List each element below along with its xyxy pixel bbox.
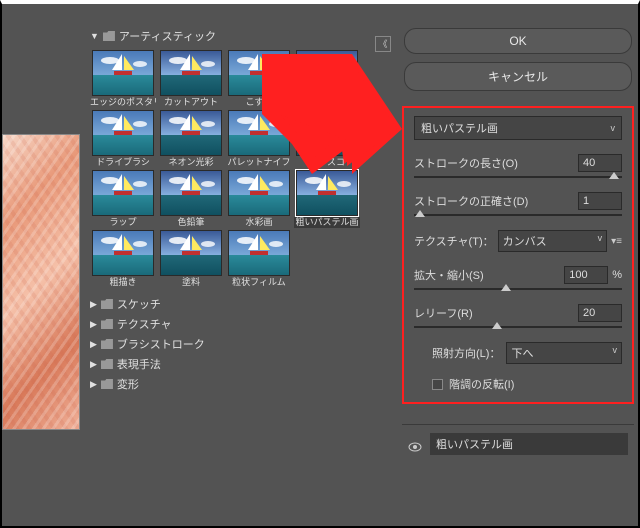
scale-label: 拡大・縮小(S) xyxy=(414,267,484,283)
light-direction-value: 下へ xyxy=(511,345,533,361)
category-label: 変形 xyxy=(117,376,139,392)
category-label: テクスチャ xyxy=(117,316,172,332)
relief-slider[interactable] xyxy=(414,326,622,328)
thumb-label: 水彩画 xyxy=(226,217,292,228)
stroke-detail-input[interactable] xyxy=(578,192,622,210)
stroke-detail-label: ストロークの正確さ(D) xyxy=(414,193,528,209)
scale-slider[interactable] xyxy=(414,288,622,290)
invert-label: 階調の反転(I) xyxy=(449,376,514,392)
folder-icon xyxy=(101,299,113,309)
thumb-label: ラップ xyxy=(90,217,156,228)
disclosure-right-icon: ▶ xyxy=(90,359,97,370)
filter-thumb[interactable]: 色鉛筆 xyxy=(158,170,224,228)
filter-thumb[interactable]: パレットナイフ xyxy=(226,110,292,168)
chevron-down-icon: v xyxy=(611,123,616,133)
visibility-eye-icon[interactable] xyxy=(408,439,422,449)
thumb-label: ネオン光彩 xyxy=(158,157,224,168)
folder-icon xyxy=(103,31,115,41)
folder-icon xyxy=(101,359,113,369)
category-label: 表現手法 xyxy=(117,356,161,372)
thumb-label: 色鉛筆 xyxy=(158,217,224,228)
right-controls: OK キャンセル xyxy=(404,28,632,99)
filter-thumb[interactable]: フレスコ xyxy=(294,110,360,168)
stroke-length-slider[interactable] xyxy=(414,176,622,178)
stroke-detail-slider[interactable] xyxy=(414,214,622,216)
filter-thumb[interactable]: ラップ xyxy=(90,170,156,228)
disclosure-right-icon: ▶ xyxy=(90,339,97,350)
thumb-label: カットアウト xyxy=(158,97,224,108)
disclosure-right-icon: ▶ xyxy=(90,319,97,330)
filter-settings-panel: 粗いパステル画 v ストロークの長さ(O) ストロークの正確さ(D) テクスチャ… xyxy=(402,106,634,404)
light-direction-label: 照射方向(L)： xyxy=(432,345,500,361)
texture-dropdown[interactable]: カンバス v xyxy=(498,230,608,252)
scale-unit: % xyxy=(612,269,622,281)
filter-thumb[interactable]: こする xyxy=(226,50,292,108)
thumb-label: こする xyxy=(226,97,292,108)
disclosure-right-icon: ▶ xyxy=(90,379,97,390)
category-artistic-header[interactable]: ▼ アーティスティック xyxy=(90,26,380,46)
filter-thumb[interactable]: 水彩画 xyxy=(226,170,292,228)
texture-label: テクスチャ(T)： xyxy=(414,233,494,249)
disclosure-right-icon: ▶ xyxy=(90,299,97,310)
invert-checkbox[interactable] xyxy=(432,379,443,390)
disclosure-down-icon: ▼ xyxy=(90,31,99,41)
stroke-length-input[interactable] xyxy=(578,154,622,172)
applied-effects-list: 粗いパステル画 xyxy=(402,424,634,463)
category-label: アーティスティック xyxy=(119,28,216,44)
filter-select-dropdown[interactable]: 粗いパステル画 v xyxy=(414,116,622,140)
category-label: スケッチ xyxy=(117,296,161,312)
thumb-label: 塗料 xyxy=(158,277,224,288)
folder-icon xyxy=(101,319,113,329)
relief-label: レリーフ(R) xyxy=(414,305,473,321)
thumb-label: エッジのポスタリゼーション xyxy=(90,97,156,108)
thumb-label: ドライブラシ xyxy=(90,157,156,168)
cancel-button[interactable]: キャンセル xyxy=(404,62,632,91)
scale-input[interactable] xyxy=(564,266,608,284)
filter-thumb[interactable]: 粗描き xyxy=(90,230,156,288)
filter-thumb[interactable]: エッジのポスタリゼーション xyxy=(90,50,156,108)
texture-value: カンバス xyxy=(503,233,547,249)
filter-thumb[interactable]: スポンジ xyxy=(294,50,360,108)
collapse-panel-button[interactable]: 《 xyxy=(375,36,391,52)
filter-thumb[interactable]: 粒状フィルム xyxy=(226,230,292,288)
thumb-label: 粗描き xyxy=(90,277,156,288)
relief-input[interactable] xyxy=(578,304,622,322)
texture-menu-icon[interactable]: ▾≡ xyxy=(611,236,622,247)
stroke-length-label: ストロークの長さ(O) xyxy=(414,155,518,171)
filter-thumb[interactable]: ドライブラシ xyxy=(90,110,156,168)
category-header[interactable]: ▶ スケッチ xyxy=(90,294,380,314)
chevron-down-icon: v xyxy=(598,233,603,249)
filter-thumb[interactable]: 塗料 xyxy=(158,230,224,288)
category-header[interactable]: ▶ ブラシストローク xyxy=(90,334,380,354)
category-header[interactable]: ▶ 変形 xyxy=(90,374,380,394)
category-header[interactable]: ▶ 表現手法 xyxy=(90,354,380,374)
folder-icon xyxy=(101,379,113,389)
folder-icon xyxy=(101,339,113,349)
chevron-down-icon: v xyxy=(613,345,618,361)
filter-thumb[interactable]: ネオン光彩 xyxy=(158,110,224,168)
light-direction-dropdown[interactable]: 下へ v xyxy=(506,342,622,364)
preview-image xyxy=(2,134,80,430)
thumb-label: 粒状フィルム xyxy=(226,277,292,288)
thumbnail-grid: エッジのポスタリゼーションカットアウトこするスポンジドライブラシネオン光彩パレッ… xyxy=(90,50,380,288)
filter-select-value: 粗いパステル画 xyxy=(421,120,498,136)
category-header[interactable]: ▶ テクスチャ xyxy=(90,314,380,334)
filter-gallery-panel: ▼ アーティスティック エッジのポスタリゼーションカットアウトこするスポンジドラ… xyxy=(90,26,380,524)
thumb-label: スポンジ xyxy=(294,97,360,108)
thumb-label: 粗いパステル画 xyxy=(294,217,360,228)
ok-button[interactable]: OK xyxy=(404,28,632,54)
category-label: ブラシストローク xyxy=(117,336,205,352)
category-list: ▶ スケッチ ▶ テクスチャ ▶ ブラシストローク ▶ 表現手法 ▶ 変形 xyxy=(90,294,380,394)
filter-thumb[interactable]: 粗いパステル画 xyxy=(294,170,360,228)
thumb-label: パレットナイフ xyxy=(226,157,292,168)
thumb-label: フレスコ xyxy=(294,157,360,168)
effect-layer-name[interactable]: 粗いパステル画 xyxy=(430,433,628,455)
filter-thumb[interactable]: カットアウト xyxy=(158,50,224,108)
